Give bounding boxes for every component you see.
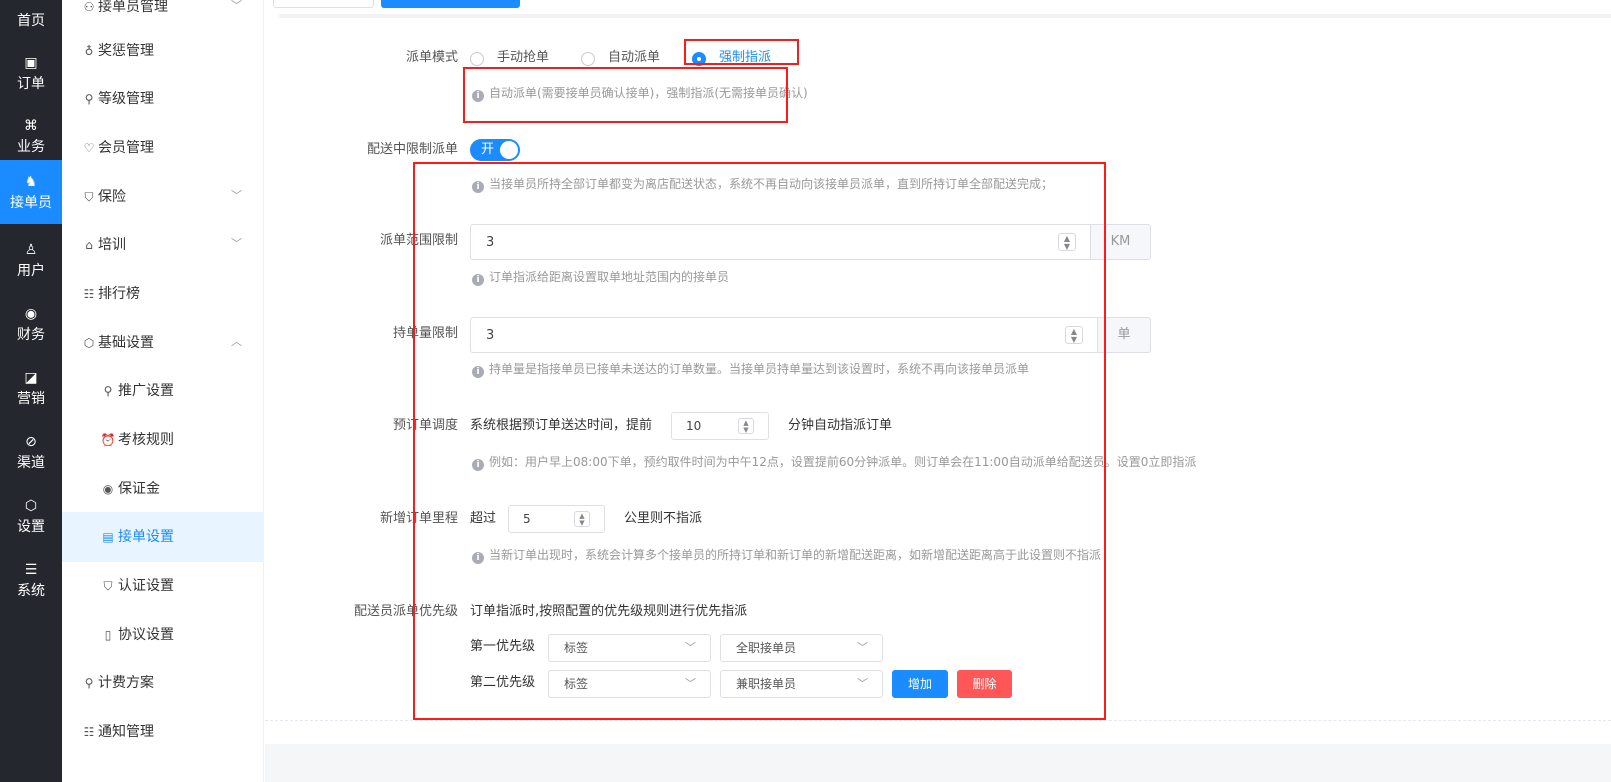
chevron-down-icon: ﹀: [231, 189, 242, 202]
user-icon: ♙: [24, 242, 38, 258]
main-content: 派单模式 手动抢单 自动派单 强制指派 i 自动派单(需要接单员确认接单)，强制指…: [265, 0, 1611, 782]
rail-item-user[interactable]: ♙ 用户: [0, 228, 62, 292]
list-icon: ☷: [83, 725, 95, 739]
group-icon: ⚇: [83, 0, 95, 14]
medal-icon: ♁: [84, 44, 94, 58]
shield-icon: ⛉: [103, 579, 113, 593]
rail-item-channel[interactable]: ⊘ 渠道: [0, 420, 62, 484]
submenu-member[interactable]: ♡ 会员管理: [62, 123, 264, 173]
training-icon: ⌂: [85, 238, 93, 252]
radio-auto[interactable]: [581, 52, 595, 66]
user-list-icon: ⚲: [84, 92, 94, 106]
annotation-box-forced: [684, 39, 799, 65]
submenu-pricing[interactable]: ⚲ 计费方案: [62, 658, 264, 708]
submenu-order-settings[interactable]: ▤ 接单设置: [62, 512, 264, 562]
radio-manual[interactable]: [470, 52, 484, 66]
system-icon: ☰: [24, 562, 38, 578]
chevron-down-icon: ﹀: [231, 0, 242, 12]
rail-item-finance[interactable]: ◉ 财务: [0, 292, 62, 356]
home-icon: [0, 0, 62, 8]
finance-icon: ◉: [24, 306, 38, 322]
rail-item-business[interactable]: ⌘ 业务: [0, 104, 62, 168]
shield-icon: ⛉: [84, 190, 94, 204]
settings-icon: ⬡: [83, 336, 95, 350]
book-icon: ▯: [104, 628, 112, 642]
form-divider: [265, 720, 1611, 721]
submenu-promotion-settings[interactable]: ⚲ 推广设置: [62, 366, 264, 416]
alarm-icon: ⏰: [100, 433, 116, 447]
business-icon: ⌘: [24, 118, 38, 134]
submenu-basic-settings[interactable]: ⬡ 基础设置 ︿: [62, 318, 264, 368]
delivery-limit-label: 配送中限制派单: [366, 142, 458, 157]
user-list-icon: ⚲: [84, 676, 94, 690]
annotation-box-hint: [463, 67, 788, 123]
submenu-ranking[interactable]: ☷ 排行榜: [62, 269, 264, 319]
radio-auto-label[interactable]: 自动派单: [608, 49, 660, 67]
rail-item-home[interactable]: 首页: [0, 0, 62, 42]
dispatch-mode-label: 派单模式: [405, 50, 458, 65]
vip-icon: ♡: [83, 141, 95, 155]
header-divider: [279, 14, 1611, 18]
settings-icon: ⬡: [24, 498, 38, 514]
list-icon: ☷: [83, 287, 95, 301]
submenu-level[interactable]: ⚲ 等级管理: [62, 74, 264, 124]
main-nav-rail: 首页 ▣ 订单 ⌘ 业务 ♞ 接单员 ♙ 用户 ◉ 财务 ◪ 营销 ⊘ 渠道 ⬡…: [0, 0, 62, 782]
document-icon: ▤: [102, 530, 114, 544]
rider-icon: ♞: [24, 174, 38, 190]
top-primary-button[interactable]: [381, 0, 520, 8]
top-secondary-button[interactable]: [273, 0, 374, 8]
submenu-certification[interactable]: ⛉ 认证设置: [62, 561, 264, 611]
rail-item-system[interactable]: ☰ 系统: [0, 548, 62, 612]
marketing-icon: ◪: [24, 370, 38, 386]
rail-item-order[interactable]: ▣ 订单: [0, 41, 62, 105]
submenu-insurance[interactable]: ⛉ 保险 ﹀: [62, 172, 264, 222]
channel-icon: ⊘: [25, 434, 37, 450]
chevron-down-icon: ﹀: [231, 237, 242, 250]
radio-manual-label[interactable]: 手动抢单: [497, 49, 549, 67]
annotation-box-settings: [413, 162, 1106, 720]
rail-item-rider[interactable]: ♞ 接单员: [0, 160, 62, 224]
rail-item-marketing[interactable]: ◪ 营销: [0, 356, 62, 420]
submenu-assessment-rules[interactable]: ⏰ 考核规则: [62, 415, 264, 465]
chevron-up-icon: ︿: [231, 335, 242, 348]
rider-submenu: ⚇ 接单员管理 ﹀ ♁ 奖惩管理 ⚲ 等级管理 ♡ 会员管理 ⛉ 保险 ﹀ ⌂ …: [62, 0, 264, 782]
app-root: 首页 ▣ 订单 ⌘ 业务 ♞ 接单员 ♙ 用户 ◉ 财务 ◪ 营销 ⊘ 渠道 ⬡…: [0, 0, 1611, 782]
rail-item-settings[interactable]: ⬡ 设置: [0, 484, 62, 548]
submenu-notification[interactable]: ☷ 通知管理: [62, 707, 264, 757]
submenu-agreement[interactable]: ▯ 协议设置: [62, 610, 264, 660]
promotion-icon: ⚲: [103, 384, 113, 398]
submenu-deposit[interactable]: ◉ 保证金: [62, 464, 264, 514]
order-icon: ▣: [24, 55, 38, 71]
delivery-limit-switch[interactable]: 开: [470, 139, 520, 161]
bottom-panel: [265, 744, 1611, 782]
deposit-icon: ◉: [102, 482, 114, 496]
submenu-training[interactable]: ⌂ 培训 ﹀: [62, 220, 264, 270]
submenu-reward-penalty[interactable]: ♁ 奖惩管理: [62, 26, 264, 76]
